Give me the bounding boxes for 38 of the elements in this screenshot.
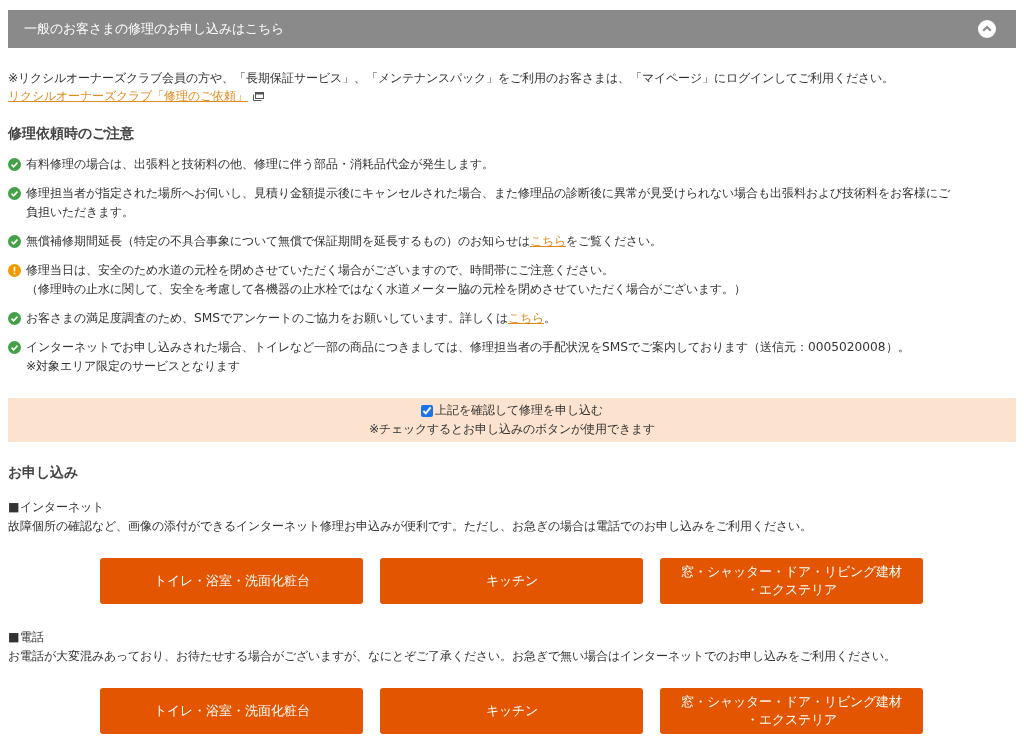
check-circle-icon [8, 187, 21, 200]
notice-text: 有料修理の場合は、出張料と技術料の他、修理に伴う部品・消耗品代金が発生します。 [26, 156, 494, 173]
notice-text: お客さまの満足度調査のため、SMSでアンケートのご協力をお願いしています。詳しくはこちら。 [26, 310, 556, 327]
warning-icon [8, 264, 21, 277]
check-circle-icon [8, 341, 21, 354]
check-circle-icon [8, 312, 21, 325]
section-heading: 修理依頼時のご注意 [8, 125, 135, 143]
group-title: ■インターネット [8, 499, 105, 516]
notice-text: 修理担当者が指定された場所へお伺いし、見積り金額提示後にキャンセルされた場合、また修理品の診断後に異常が見受けられない場合も出張料および技術料をお客様にご [26, 185, 950, 202]
category-button[interactable]: トイレ・浴室・洗面化粧台 [100, 558, 363, 604]
notice-text: 無償補修期間延長（特定の不具合事象について無償で保証期間を延長するもの）のお知らせはこちら をご覧ください。 [26, 233, 662, 250]
notice-text: 修理当日は、安全のため水道の元栓を閉めさせていただく場合がございますので、時間帯にご注意ください。 [26, 262, 615, 279]
accordion-title: 一般のお客さまの修理のお申し込みはこちら [24, 20, 284, 38]
check-circle-icon [8, 158, 21, 171]
new-window-icon [253, 92, 264, 101]
category-button[interactable]: トイレ・浴室・洗面化粧台 [100, 688, 363, 734]
intro-text: ※リクシルオーナーズクラブ会員の方や、「長期保証サービス」、「メンテナンスパック」をご利用のお客さまは、「マイページ」にログインしてご利用ください。 [8, 70, 896, 87]
notice-text: インターネットでお申し込みされた場合、トイレなど一部の商品につきましては、修理担当者の手配状況をSMSでご案内しております（送信元：0005020008）。 [26, 339, 910, 356]
group-title: ■電話 [8, 629, 45, 646]
category-button[interactable]: 窓・シャッター・ドア・リビング建材 ・エクステリア [660, 688, 923, 734]
group-description: 故障個所の確認など、画像の添付ができるインターネット修理お申込みが便利です。ただし、お急ぎの場合は電話でのお申し込みをご利用ください。 [8, 518, 813, 535]
checkbox-label: 上記を確認して修理を申し込む [435, 402, 603, 419]
accordion-header[interactable]: 一般のお客さまの修理のお申し込みはこちら [8, 10, 1016, 48]
owners-club-link[interactable]: リクシルオーナーズクラブ「修理のご依頼」 [8, 88, 248, 105]
notice-text: （修理時の止水に関して、安全を考慮して各機器の止水栓ではなく水道メーター脇の元栓を閉めさせていただく場合がございます。） [26, 281, 746, 298]
section-heading: お申し込み [8, 464, 79, 482]
confirm-note: ※チェックするとお申し込みのボタンが使用できます [368, 421, 656, 438]
notice-text: ※対象エリア限定のサービスとなります [26, 358, 242, 375]
category-button[interactable]: キッチン [380, 688, 643, 734]
check-circle-icon [8, 235, 21, 248]
category-button[interactable]: キッチン [380, 558, 643, 604]
link[interactable]: こちら [530, 234, 566, 248]
link[interactable]: こちら [508, 311, 544, 325]
category-button[interactable]: 窓・シャッター・ドア・リビング建材 ・エクステリア [660, 558, 923, 604]
confirm-checkbox[interactable] [421, 404, 433, 417]
chevron-up-icon[interactable] [978, 20, 996, 38]
group-description: お電話が大変混みあっており、お待たせする場合がございますが、なにとぞご了承ください。お急ぎで無い場合はインターネットでのお申し込みをご利用ください。 [8, 648, 897, 665]
notice-text: 負担いただきます。 [26, 204, 135, 221]
